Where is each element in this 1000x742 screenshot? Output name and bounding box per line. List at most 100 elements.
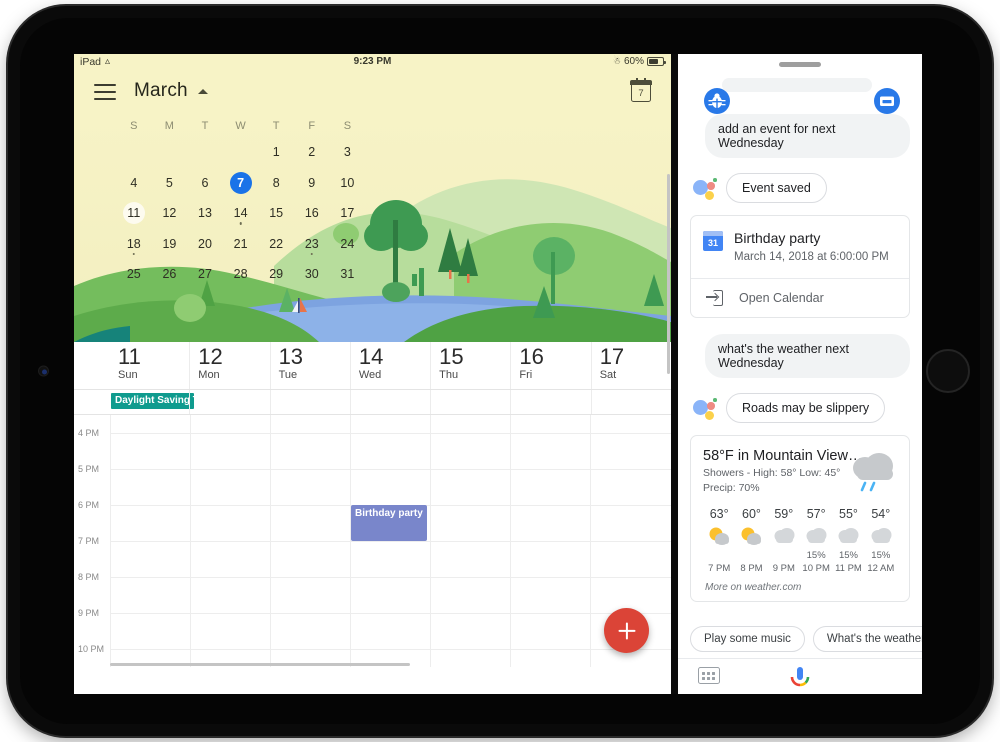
mini-date-cell[interactable]: 31	[330, 260, 366, 291]
day-of-week-row: S M T W T F S	[116, 116, 671, 138]
all-day-events-row: Daylight Saving T	[74, 390, 671, 415]
google-calendar-app: iPad ▵ 9:23 PM ☃ 60% March 7 S M T W T F…	[74, 54, 671, 694]
week-day-name: Sun	[118, 369, 138, 381]
add-event-fab-button[interactable]	[604, 608, 649, 653]
hamburger-menu-icon[interactable]	[94, 84, 116, 100]
mini-date-cell-highlighted[interactable]: 11	[116, 199, 152, 230]
split-view-divider[interactable]	[671, 54, 678, 694]
assistant-reply-chip[interactable]: Event saved	[726, 173, 827, 203]
week-day-column-header[interactable]: 12 Mon	[189, 342, 269, 389]
hourly-temp: 54°	[871, 507, 891, 521]
mini-date-cell[interactable]: 30	[294, 260, 330, 291]
mini-date-cell[interactable]: 22	[258, 230, 294, 261]
open-calendar-action[interactable]: Open Calendar	[691, 279, 909, 317]
calendar-event-birthday-party[interactable]: Birthday party	[351, 505, 427, 541]
keyboard-icon[interactable]	[698, 667, 720, 684]
all-day-cell[interactable]	[590, 390, 671, 414]
mini-date-cell[interactable]: 16	[294, 199, 330, 230]
chevron-up-icon[interactable]	[198, 89, 208, 94]
hour-label: 10 PM	[78, 644, 105, 654]
mini-date-cell[interactable]: 2	[294, 138, 330, 169]
all-day-cell[interactable]: Daylight Saving T	[110, 390, 194, 414]
mini-date-cell[interactable]: 26	[152, 260, 188, 291]
hourly-precip: 15%	[806, 550, 826, 561]
all-day-cell[interactable]	[349, 390, 430, 414]
week-day-number: 11	[118, 344, 141, 369]
mini-date-cell[interactable]: 6	[187, 169, 223, 200]
week-time-grid[interactable]: 4 PM 5 PM 6 PM 7 PM 8 PM 9 PM 10 PM Birt…	[74, 415, 671, 667]
all-day-cell[interactable]	[510, 390, 590, 414]
mini-date-cell[interactable]: 8	[258, 169, 294, 200]
event-card-main[interactable]: 31 Birthday party March 14, 2018 at 6:00…	[691, 216, 909, 278]
mini-month-week: 11 12 13 14 15 16 17	[116, 199, 671, 230]
week-day-column-header[interactable]: 17 Sat	[590, 342, 671, 389]
drag-handle-icon[interactable]	[779, 62, 821, 67]
mini-date-cell[interactable]: 25	[116, 260, 152, 291]
week-day-name: Thu	[439, 369, 459, 381]
user-message-bubble[interactable]: add an event for next Wednesday	[705, 114, 910, 158]
week-day-column-header[interactable]: 13 Tue	[269, 342, 350, 389]
hourly-forecast-row: 63° 7 PM 60° 8 PM 59° 9 PM 57° 15% 10 PM…	[703, 506, 897, 575]
hourly-temp: 63°	[709, 507, 729, 521]
mini-date-cell-selected[interactable]: 7	[223, 169, 259, 200]
mini-date-cell[interactable]: 14	[223, 199, 259, 230]
all-day-cell[interactable]	[430, 390, 510, 414]
all-day-cell[interactable]	[189, 390, 269, 414]
hourly-forecast-item: 55° 15% 11 PM	[832, 506, 864, 575]
week-day-column-header[interactable]: 11 Sun	[110, 342, 189, 389]
hour-label: 9 PM	[78, 608, 100, 618]
home-button[interactable]	[926, 349, 970, 393]
week-day-number: 17	[599, 344, 625, 369]
hourly-precip	[703, 549, 735, 562]
google-calendar-icon: 31	[703, 231, 723, 251]
calendar-today-icon[interactable]: 7	[630, 78, 652, 102]
battery-percent-label: 60%	[623, 56, 644, 67]
week-day-column-header[interactable]: 14 Wed	[349, 342, 430, 389]
mini-date-cell[interactable]: 18	[116, 230, 152, 261]
mini-date-cell[interactable]: 21	[223, 230, 259, 261]
mini-date-cell[interactable]: 20	[187, 230, 223, 261]
mini-date-cell[interactable]: 4	[116, 169, 152, 200]
mini-date-cell[interactable]: 1	[258, 138, 294, 169]
mini-date-cell[interactable]: 12	[152, 199, 188, 230]
all-day-event-daylight-saving[interactable]: Daylight Saving T	[111, 393, 194, 409]
bug-report-icon[interactable]	[704, 88, 730, 114]
feedback-message-icon[interactable]	[874, 88, 900, 114]
week-day-column-header[interactable]: 16 Fri	[510, 342, 590, 389]
mini-date-cell[interactable]: 29	[258, 260, 294, 291]
battery-icon	[647, 57, 666, 66]
weather-source-link[interactable]: More on weather.com	[703, 582, 897, 593]
weather-result-card[interactable]: 58°F in Mountain View… Showers - High: 5…	[690, 435, 910, 602]
user-message-bubble[interactable]: what's the weather next Wednesday	[705, 334, 910, 378]
mini-date-cell[interactable]: 9	[294, 169, 330, 200]
mini-date-cell[interactable]: 17	[330, 199, 366, 230]
week-day-column-header[interactable]: 15 Thu	[430, 342, 510, 389]
mini-date-cell[interactable]: 28	[223, 260, 259, 291]
front-camera-icon	[38, 365, 49, 377]
mini-date-cell[interactable]: 19	[152, 230, 188, 261]
suggestion-chip-play-music[interactable]: Play some music	[690, 626, 805, 652]
assistant-reply-chip[interactable]: Roads may be slippery	[726, 393, 886, 423]
mini-date-cell[interactable]: 24	[330, 230, 366, 261]
mini-date-cell[interactable]: 10	[330, 169, 366, 200]
week-day-number: 14	[358, 344, 384, 369]
dow-label: S	[130, 120, 138, 132]
assistant-conversation-scroll[interactable]: add an event for next Wednesday Event sa…	[678, 72, 922, 620]
mini-date-cell[interactable]: 27	[187, 260, 223, 291]
status-bar-right: ☃ 60%	[613, 56, 666, 67]
hour-label: 7 PM	[78, 536, 100, 546]
mini-date-cell[interactable]: 5	[152, 169, 188, 200]
event-result-card[interactable]: 31 Birthday party March 14, 2018 at 6:00…	[690, 215, 910, 318]
calendar-icon-number: 31	[707, 238, 718, 248]
month-title[interactable]: March	[134, 80, 188, 102]
horizontal-scrollbar[interactable]	[110, 663, 410, 666]
mini-date-cell[interactable]: 15	[258, 199, 294, 230]
mini-date-cell[interactable]: 3	[330, 138, 366, 169]
suggestion-chips-bar[interactable]: Play some music What's the weather tomor…	[678, 620, 922, 658]
all-day-cell[interactable]	[269, 390, 350, 414]
mini-date-cell[interactable]: 13	[187, 199, 223, 230]
hourly-temp: 60°	[742, 507, 761, 521]
mini-date-cell[interactable]: 23	[294, 230, 330, 261]
microphone-icon[interactable]	[787, 664, 813, 690]
suggestion-chip-weather-tomorrow[interactable]: What's the weather tomorrow	[812, 626, 922, 652]
